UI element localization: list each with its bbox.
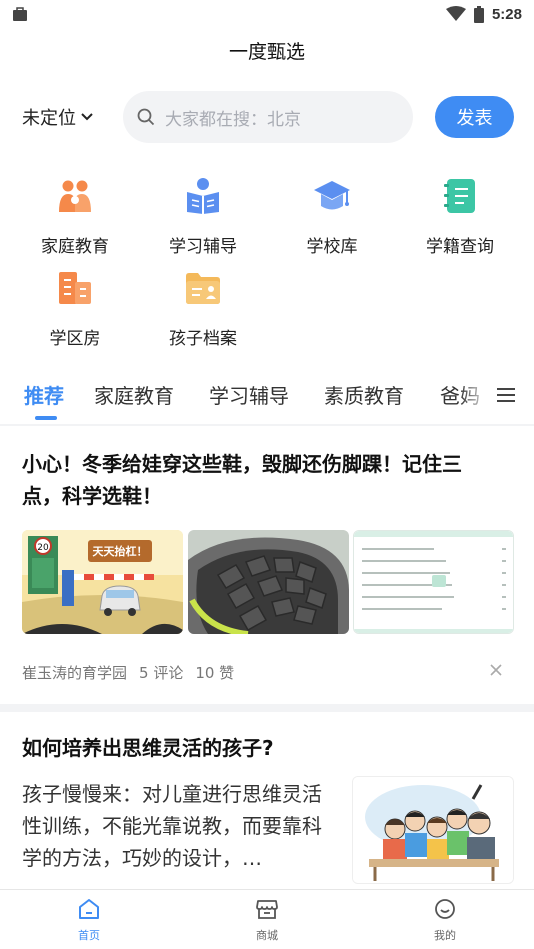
nav-shop[interactable]: 商城 [227, 898, 307, 943]
children-cartoon-image [353, 777, 513, 883]
category-family-education[interactable]: 家庭教育 [15, 170, 135, 257]
menu-icon[interactable] [494, 383, 520, 407]
search-icon [137, 108, 155, 126]
smile-icon [435, 899, 455, 919]
status-right: 5:28 [445, 4, 522, 24]
tab-recommended[interactable]: 推荐 [24, 380, 64, 409]
article-title: 小心！冬季给娃穿这些鞋，毁脚还伤脚踝！记住三 点，科学选鞋！ [22, 448, 462, 512]
active-tab-indicator [35, 416, 57, 420]
family-icon [59, 180, 91, 212]
category-label: 学习辅导 [169, 237, 237, 257]
category-study-tutoring[interactable]: 学习辅导 [143, 170, 263, 257]
search-placeholder: 大家都在搜：北京 [165, 109, 301, 130]
toll-gate-image: 20 天天抬杠！ [22, 530, 183, 634]
document-image [354, 531, 513, 633]
home-icon [79, 899, 99, 919]
category-label: 学籍查询 [426, 237, 494, 257]
graduation-cap-icon [314, 181, 350, 210]
tab-fade [460, 370, 490, 420]
speed-limit-text: 20 [37, 543, 49, 553]
category-school-district-housing[interactable]: 学区房 [15, 262, 135, 349]
nav-profile-label: 我的 [434, 929, 456, 942]
folder-icon [186, 273, 220, 304]
nav-home[interactable]: 首页 [49, 898, 129, 943]
article-thumbnail [352, 776, 514, 884]
page-title: 一度甄选 [228, 41, 305, 63]
article-meta: 崔玉涛的育学园 5 评论 10 赞 [22, 662, 234, 683]
tab-family-education[interactable]: 家庭教育 [94, 380, 174, 409]
divider [0, 424, 534, 426]
search-input[interactable]: 大家都在搜：北京 [123, 91, 413, 143]
article-title-line: 点，科学选鞋！ [22, 484, 162, 508]
article-summary: 孩子慢慢来：对儿童进行思维灵活性训练，不能光靠说教，而要靠科学的方法，巧妙的设计… [22, 782, 322, 870]
chevron-down-icon [81, 113, 93, 121]
publish-button[interactable]: 发表 [435, 96, 514, 138]
category-child-profile[interactable]: 孩子档案 [143, 262, 263, 349]
nav-home-label: 首页 [78, 929, 100, 942]
location-label: 未定位 [22, 108, 76, 129]
search-row: 未定位 大家都在搜：北京 发表 [0, 90, 534, 144]
battery-icon [473, 5, 484, 23]
article-thumbnail [353, 530, 514, 634]
category-label: 孩子档案 [169, 329, 237, 349]
building-icon [59, 272, 91, 304]
category-label: 学区房 [49, 329, 101, 349]
location-selector[interactable]: 未定位 [22, 104, 94, 130]
category-label: 学校库 [306, 237, 358, 257]
nav-shop-label: 商城 [256, 929, 278, 942]
nav-profile[interactable]: 我的 [405, 898, 485, 943]
category-tabs: 推荐 家庭教育 学习辅导 素质教育 爸妈 [0, 370, 534, 420]
article-author[interactable]: 崔玉涛的育学园 [22, 662, 127, 683]
category-school-library[interactable]: 学校库 [272, 170, 392, 257]
title-bar: 一度甄选 [0, 34, 534, 70]
category-label: 家庭教育 [41, 237, 109, 257]
close-icon[interactable] [486, 660, 506, 680]
bottom-nav: 首页 商城 我的 [0, 889, 534, 949]
article-title-line: 小心！冬季给娃穿这些鞋，毁脚还伤脚踝！记住三 [22, 452, 462, 476]
article-likes: 10 赞 [195, 664, 235, 682]
divider [0, 704, 534, 712]
notebook-icon [444, 179, 475, 213]
status-bar: 5:28 [0, 0, 534, 30]
article-title: 如何培养出思维灵活的孩子? [22, 736, 274, 760]
study-icon [187, 178, 219, 214]
article-thumbnail [188, 530, 349, 634]
shoe-sole-image [188, 530, 349, 634]
status-time: 5:28 [491, 5, 522, 23]
bag-icon [13, 7, 27, 21]
sign-text: 天天抬杠！ [93, 544, 148, 558]
category-student-status-query[interactable]: 学籍查询 [400, 170, 520, 257]
wifi-icon [445, 6, 466, 21]
shop-icon [256, 900, 278, 919]
article-comments: 5 评论 [139, 664, 184, 682]
article-thumbnail: 20 天天抬杠！ [22, 530, 183, 634]
tab-quality-education[interactable]: 素质教育 [324, 380, 404, 409]
tab-study-tutoring[interactable]: 学习辅导 [209, 380, 289, 409]
